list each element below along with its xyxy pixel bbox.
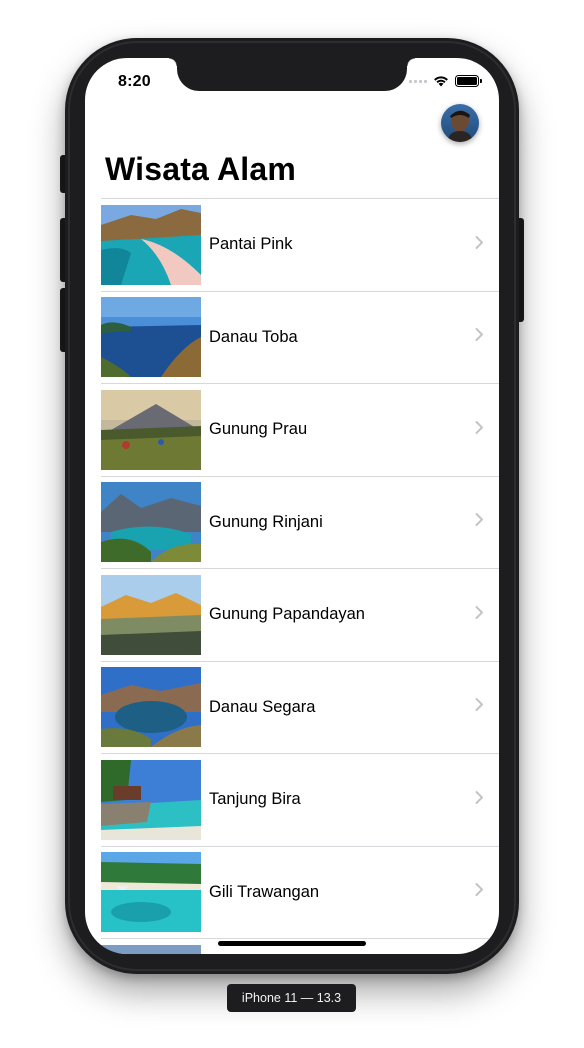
list-item[interactable]: Tanjung Bira xyxy=(101,754,499,847)
list-item-label: Gunung Rinjani xyxy=(209,512,323,531)
pantai-pink-thumbnail xyxy=(101,204,201,285)
gunung-prau-thumbnail xyxy=(101,389,201,470)
wifi-icon xyxy=(433,75,449,87)
simulator-stage: 8:20 Wisata Alam Pantai Pink Danau Toba … xyxy=(0,0,584,1048)
list-item[interactable]: Danau Segara xyxy=(101,662,499,754)
phone-screen: 8:20 Wisata Alam Pantai Pink Danau Toba … xyxy=(85,58,499,954)
chevron-right-icon xyxy=(475,883,484,902)
chevron-right-icon xyxy=(475,420,484,439)
list-item[interactable]: Danau Toba xyxy=(101,292,499,384)
list-item[interactable]: Gunung Papandayan xyxy=(101,569,499,662)
tanjung-bira-thumbnail xyxy=(101,759,201,840)
notch xyxy=(169,58,415,91)
list-item-label: Pantai Pink xyxy=(209,235,293,254)
chevron-right-icon xyxy=(475,698,484,717)
danau-toba-thumbnail xyxy=(101,297,201,378)
chevron-right-icon xyxy=(475,235,484,254)
gunung-rinjani-thumbnail xyxy=(101,482,201,563)
chevron-right-icon xyxy=(475,328,484,347)
avatar-photo xyxy=(441,104,479,142)
chevron-right-icon xyxy=(475,513,484,532)
chevron-right-icon xyxy=(475,790,484,809)
status-time: 8:20 xyxy=(118,73,151,90)
battery-icon xyxy=(455,75,482,87)
chevron-right-icon xyxy=(475,605,484,624)
page-title: Wisata Alam xyxy=(105,151,297,187)
gunung-papandayan-thumbnail xyxy=(101,574,201,655)
simulator-device-label: iPhone 11 — 13.3 xyxy=(227,984,356,1012)
status-icons xyxy=(409,75,482,87)
list-item-label: Danau Toba xyxy=(209,327,298,346)
list-item-label: Danau Segara xyxy=(209,697,316,716)
gili-trawangan-thumbnail xyxy=(101,852,201,933)
list-item-label: Gili Trawangan xyxy=(209,882,320,901)
list-item[interactable]: Gunung Prau xyxy=(101,384,499,477)
destination-list: Pantai Pink Danau Toba Gunung Prau Gunun… xyxy=(101,198,499,954)
cellular-signal-icon xyxy=(409,79,427,83)
danau-segara-thumbnail xyxy=(101,667,201,748)
home-indicator xyxy=(218,941,366,946)
list-item[interactable]: Gunung Rinjani xyxy=(101,477,499,569)
list-item-label: Gunung Prau xyxy=(209,420,308,439)
list-item[interactable]: Gili Trawangan xyxy=(101,847,499,939)
list-item[interactable]: Pantai Pink xyxy=(101,199,499,292)
list-item-label: Gunung Papandayan xyxy=(209,605,365,624)
list-item-label: Tanjung Bira xyxy=(209,790,301,809)
profile-avatar-button[interactable] xyxy=(441,104,479,142)
partial-thumbnail xyxy=(101,944,201,954)
